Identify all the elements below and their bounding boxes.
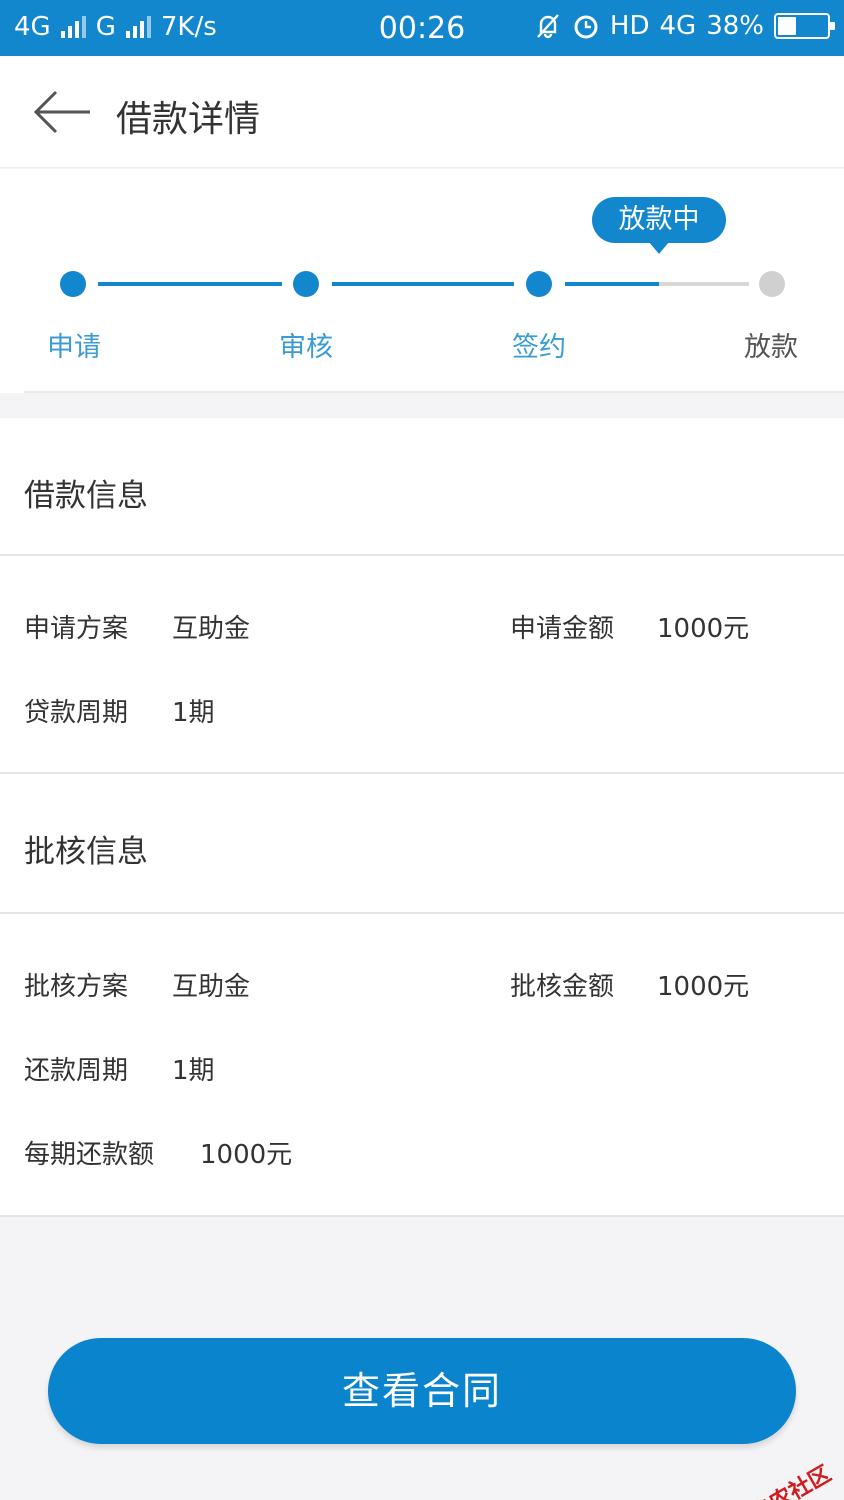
battery-icon (774, 13, 835, 39)
step-label-review: 审核 (279, 332, 333, 363)
approval-amount-label: 批核金额 (510, 972, 615, 1002)
apply-plan-value: 互助金 (172, 614, 251, 644)
step-dot-review (293, 271, 319, 297)
loan-info-card: 借款信息 申请方案 互助金 申请金额 1000元 贷款周期 1期 (0, 418, 844, 774)
repay-period-value: 1期 (172, 1056, 215, 1086)
progress-segment-3-done (565, 282, 659, 286)
approval-plan-value: 互助金 (172, 972, 251, 1002)
approval-info-title: 批核信息 (24, 834, 148, 870)
progress-segment-2 (332, 282, 514, 286)
back-button[interactable] (30, 84, 94, 140)
battery-fill (778, 17, 797, 35)
step-dot-sign (526, 271, 552, 297)
progress-segment-3-pending (659, 282, 749, 286)
step-label-sign: 签约 (512, 332, 566, 363)
progress-divider (24, 391, 844, 393)
status-right: HD 4G 38% (534, 11, 835, 41)
loan-period-label: 贷款周期 (24, 698, 129, 728)
installment-value: 1000元 (200, 1140, 293, 1170)
status-bar: 4G G 7K/s 00:26 HD 4G 38% (0, 0, 844, 56)
card-bottom-divider (0, 1215, 844, 1217)
page-title: 借款详情 (116, 99, 261, 140)
app-header: 借款详情 (0, 56, 844, 168)
approval-plan-label: 批核方案 (24, 972, 129, 1002)
approval-amount-value: 1000元 (657, 972, 750, 1002)
step-label-disburse: 放款 (744, 332, 798, 363)
hd-label: HD (609, 11, 650, 41)
step-dot-apply (60, 271, 86, 297)
repay-period-label: 还款周期 (24, 1056, 129, 1086)
loan-info-divider (0, 554, 844, 556)
apply-plan-label: 申请方案 (24, 614, 129, 644)
approval-info-divider (0, 912, 844, 914)
network-type-3: 4G (659, 11, 697, 41)
progress-segment-1 (98, 282, 282, 286)
loan-info-title: 借款信息 (24, 478, 148, 514)
alarm-icon (574, 15, 598, 39)
approval-info-card: 批核信息 批核方案 互助金 批核金额 1000元 还款周期 1期 每期还款额 1… (0, 774, 844, 1216)
progress-tracker: 放款中 申请 审核 签约 放款 (0, 169, 844, 393)
status-bubble: 放款中 (592, 197, 726, 254)
installment-label: 每期还款额 (24, 1140, 155, 1170)
apply-amount-value: 1000元 (657, 614, 750, 644)
watermark: 卡农社区 (746, 1461, 836, 1500)
arrow-left-icon (33, 90, 90, 134)
battery-percent: 38% (706, 11, 764, 41)
step-label-apply: 申请 (47, 332, 101, 363)
view-contract-button[interactable]: 查看合同 (48, 1338, 796, 1444)
apply-amount-label: 申请金额 (510, 614, 615, 644)
step-dot-disburse (759, 271, 785, 297)
bell-off-icon (537, 14, 559, 39)
loan-period-value: 1期 (172, 698, 215, 728)
